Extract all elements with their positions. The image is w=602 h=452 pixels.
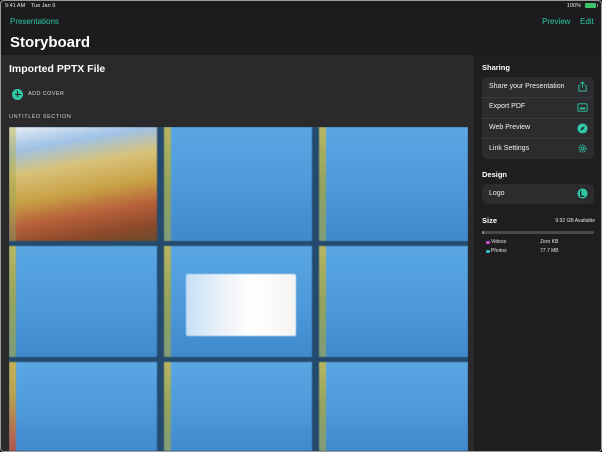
slide-accent-stripe	[9, 362, 16, 451]
logo-row[interactable]: Logo	[482, 184, 594, 204]
battery-icon	[585, 3, 596, 8]
size-heading: Size	[482, 216, 498, 225]
compass-icon	[577, 122, 588, 134]
link-settings-row[interactable]: Link Settings	[482, 139, 594, 159]
slide-thumbnail[interactable]	[9, 127, 157, 241]
battery-percentage: 100%	[566, 3, 581, 9]
slide-thumbnail[interactable]	[164, 362, 312, 451]
web-preview-label: Web Preview	[489, 124, 531, 131]
presentation-heading: Imported PPTX File	[9, 63, 106, 75]
photos-label: Photos	[491, 248, 507, 254]
app-window: 9:41 AM Tue Jan 9 100% Presentations Pre…	[0, 0, 602, 452]
sharing-list: Share your Presentation Export PDF Web P…	[482, 77, 594, 159]
slide-accent-stripe	[164, 362, 171, 451]
slide-image-card	[186, 274, 296, 336]
inspector-sidebar: Sharing Share your Presentation Export P…	[474, 55, 601, 451]
videos-value: Zero KB	[540, 239, 559, 245]
plus-icon	[12, 88, 23, 100]
slide-accent-stripe	[9, 127, 16, 241]
slide-accent-stripe	[319, 127, 326, 241]
share-icon	[578, 81, 587, 92]
slide-thumbnail[interactable]	[319, 246, 468, 357]
share-presentation-label: Share your Presentation	[489, 82, 565, 90]
slide-thumbnail[interactable]	[164, 246, 312, 357]
export-pdf-label: Export PDF	[489, 103, 526, 111]
slide-accent-stripe	[164, 246, 171, 357]
legend-videos: Videos Zero KB	[486, 239, 596, 247]
export-pdf-row[interactable]: Export PDF	[482, 98, 594, 119]
link-settings-label: Link Settings	[489, 144, 530, 152]
add-cover-label: ADD COVER	[28, 91, 65, 97]
status-time: 9:41 AM	[5, 3, 26, 9]
storyboard-panel: Imported PPTX File ADD COVER UNTITLED SE…	[1, 55, 474, 451]
edit-button[interactable]: Edit	[580, 17, 594, 26]
slide-thumbnail[interactable]	[9, 246, 157, 357]
logo-label: Logo	[489, 189, 505, 197]
section-label: UNTITLED SECTION	[9, 114, 72, 120]
status-date: Tue Jan 9	[31, 3, 56, 9]
sharing-heading: Sharing	[482, 63, 510, 72]
storage-usage-bar	[482, 231, 594, 234]
slide-thumbnail[interactable]	[319, 362, 468, 451]
storage-usage-fill	[482, 231, 485, 234]
slide-accent-stripe	[164, 127, 171, 241]
back-button[interactable]: Presentations	[10, 17, 59, 26]
videos-label: Videos	[491, 239, 507, 245]
share-presentation-row[interactable]: Share your Presentation	[482, 77, 594, 98]
battery-cap	[596, 4, 598, 7]
navigation-bar: Presentations Preview Edit Storyboard	[1, 11, 601, 55]
web-preview-row[interactable]: Web Preview	[482, 119, 594, 140]
legend-photos: Photos 77.7 MB	[486, 248, 596, 256]
logo-icon	[577, 188, 588, 199]
slide-thumbnail[interactable]	[164, 127, 312, 241]
slide-accent-stripe	[319, 246, 326, 357]
slide-thumbnail[interactable]	[9, 362, 157, 451]
videos-color-dot	[486, 240, 490, 244]
slide-thumbnail[interactable]	[319, 127, 468, 241]
photos-color-dot	[486, 249, 490, 253]
gear-icon	[578, 144, 587, 153]
design-list: Logo	[482, 184, 594, 204]
photos-value: 77.7 MB	[540, 248, 559, 254]
slide-grid	[9, 127, 468, 451]
slide-accent-stripe	[9, 246, 16, 357]
add-cover-button[interactable]: ADD COVER	[12, 88, 64, 100]
preview-button[interactable]: Preview	[542, 17, 570, 26]
page-title: Storyboard	[10, 34, 91, 51]
pdf-icon	[577, 103, 588, 112]
status-bar: 9:41 AM Tue Jan 9 100%	[1, 1, 601, 11]
slide-accent-stripe	[319, 362, 326, 451]
storage-available: 9.92 GB Available	[555, 218, 595, 224]
design-heading: Design	[482, 170, 508, 179]
